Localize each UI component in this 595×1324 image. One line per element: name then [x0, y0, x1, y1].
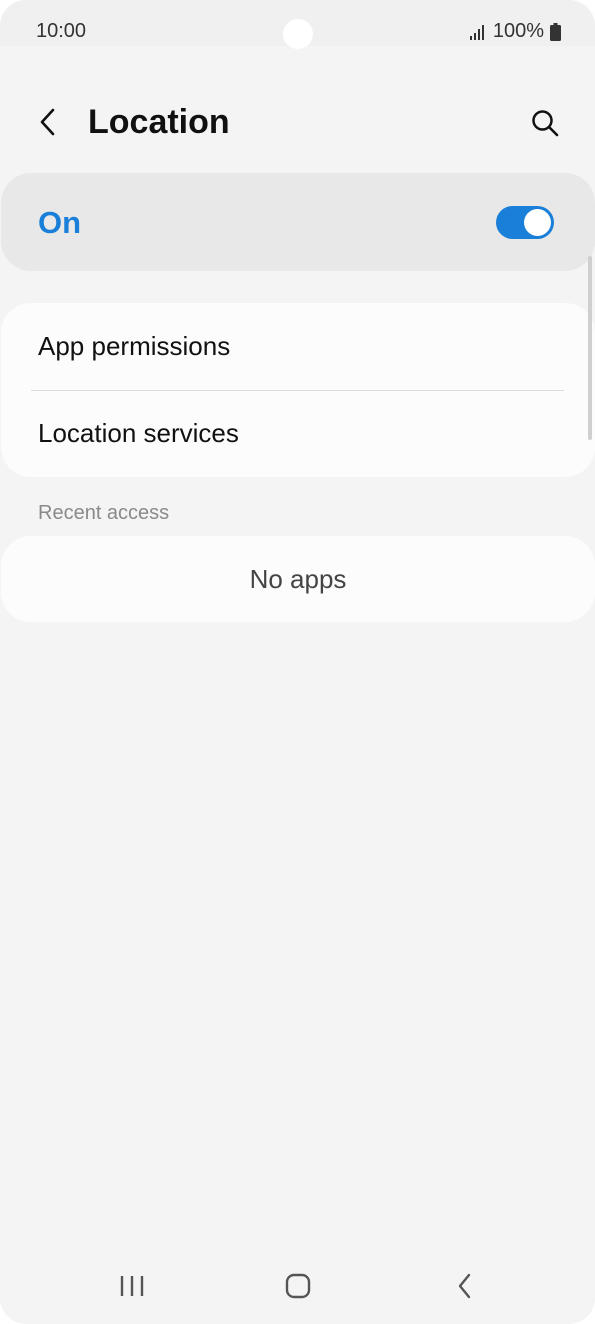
recents-icon [119, 1274, 145, 1303]
location-master-switch[interactable]: On [1, 173, 595, 271]
home-icon [284, 1272, 312, 1305]
battery-percent: 100% [492, 20, 544, 42]
settings-card: App permissions Location services [1, 303, 595, 477]
signal-icon [469, 24, 487, 40]
search-icon [530, 108, 560, 143]
back-icon [455, 1272, 475, 1305]
battery-icon [550, 22, 561, 41]
master-switch-label: On [38, 205, 82, 240]
status-time: 10:00 [36, 20, 87, 42]
status-indicators: 100% [469, 20, 561, 43]
home-button[interactable] [276, 1270, 320, 1306]
navigation-bar [0, 1250, 595, 1324]
section-header-recent-access: Recent access [38, 502, 170, 524]
recents-button[interactable] [110, 1270, 154, 1306]
front-camera [283, 19, 313, 49]
menu-item-app-permissions[interactable]: App permissions [1, 303, 595, 390]
recent-access-card: No apps [1, 536, 595, 622]
location-toggle[interactable] [496, 206, 554, 239]
menu-item-location-services[interactable]: Location services [1, 390, 595, 477]
scrollbar[interactable] [588, 256, 592, 440]
page-title: Location [88, 103, 230, 141]
empty-state-text: No apps [249, 564, 347, 594]
status-bar: 10:00 100% [0, 0, 595, 49]
back-button[interactable] [28, 104, 68, 144]
phone-screen: 10:00 100% Location On App permissions L… [0, 0, 595, 1324]
app-header: Location [0, 90, 595, 160]
nav-back-button[interactable] [443, 1270, 487, 1306]
search-button[interactable] [524, 104, 566, 146]
toggle-knob [524, 209, 551, 236]
chevron-left-icon [37, 107, 59, 142]
menu-item-label: App permissions [38, 331, 231, 361]
menu-item-label: Location services [38, 418, 239, 448]
